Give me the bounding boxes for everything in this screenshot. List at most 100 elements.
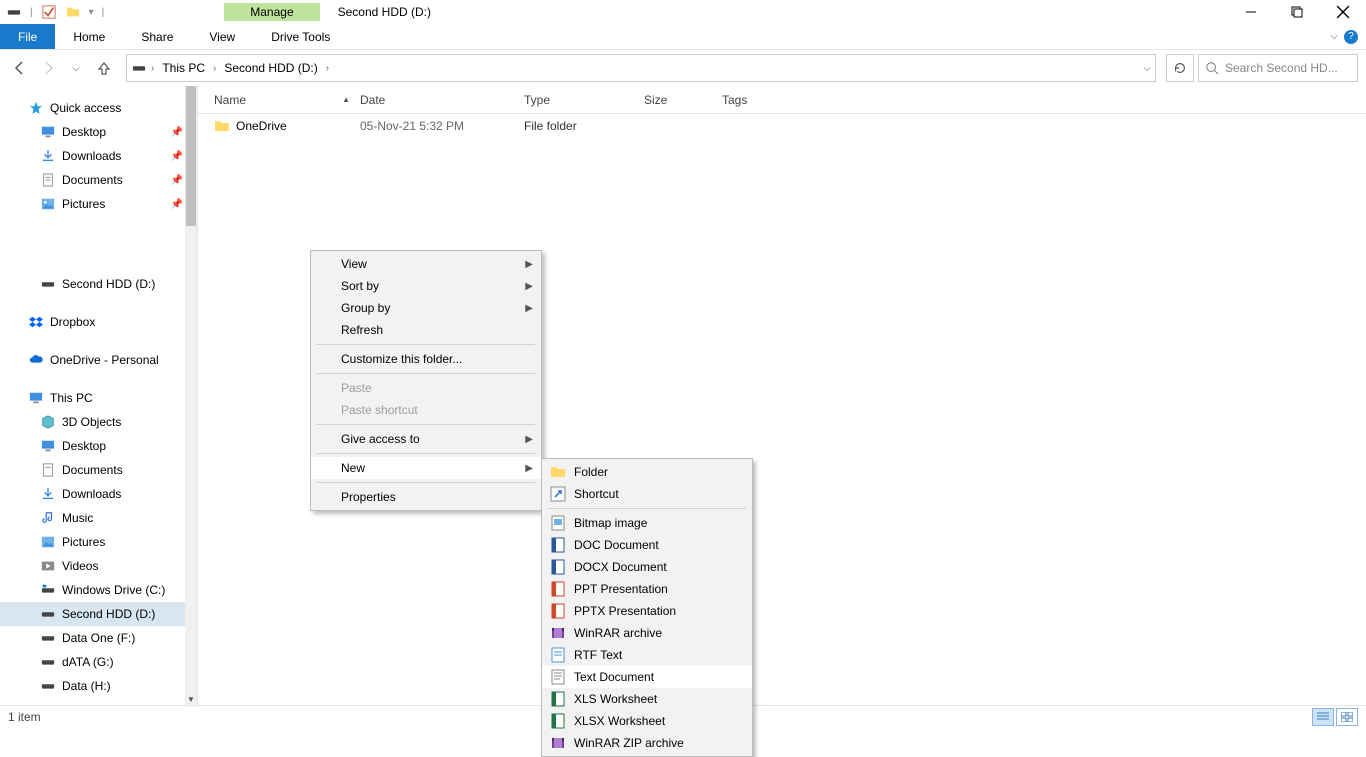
recent-dropdown[interactable]: ⌵ <box>64 56 88 80</box>
sub-doc[interactable]: DOC Document <box>542 534 752 556</box>
back-button[interactable] <box>8 56 32 80</box>
breadcrumb-sep-2[interactable]: › <box>213 63 216 74</box>
sub-bitmap[interactable]: Bitmap image <box>542 512 752 534</box>
breadcrumb-this-pc[interactable]: This PC <box>158 59 209 77</box>
sidebar-desktop-2[interactable]: Desktop <box>0 434 197 458</box>
column-date[interactable]: Date <box>360 93 524 107</box>
sidebar-quick-access[interactable]: Quick access <box>0 96 197 120</box>
sidebar-label: Second HDD (D:) <box>62 607 155 621</box>
address-bar[interactable]: › This PC › Second HDD (D:) › ⌵ <box>126 54 1156 82</box>
sidebar-label: Dropbox <box>50 315 95 329</box>
sidebar-music[interactable]: Music <box>0 506 197 530</box>
sidebar-desktop[interactable]: Desktop 📌 <box>0 120 197 144</box>
icons-view-button[interactable] <box>1336 708 1358 726</box>
sidebar-data-one[interactable]: Data One (F:) <box>0 626 197 650</box>
ctx-view[interactable]: View▶ <box>311 253 541 275</box>
sidebar-documents-2[interactable]: Documents <box>0 458 197 482</box>
column-type[interactable]: Type <box>524 93 644 107</box>
forward-button[interactable] <box>36 56 60 80</box>
sub-pptx[interactable]: PPTX Presentation <box>542 600 752 622</box>
music-icon <box>40 510 56 526</box>
titlebar: | ▾ | Manage Second HDD (D:) <box>0 0 1366 24</box>
navigation-bar: ⌵ › This PC › Second HDD (D:) › ⌵ Search… <box>0 50 1366 86</box>
help-icon[interactable]: ? <box>1344 30 1358 44</box>
sidebar-scrollbar[interactable]: ▲ ▼ <box>185 86 197 705</box>
sub-folder[interactable]: Folder <box>542 461 752 483</box>
sidebar-dropbox[interactable]: Dropbox <box>0 310 197 334</box>
search-input[interactable]: Search Second HD... <box>1198 54 1358 82</box>
ribbon-chevron-icon[interactable]: ⌵ <box>1330 31 1338 42</box>
sidebar-videos[interactable]: Videos <box>0 554 197 578</box>
close-button[interactable] <box>1320 0 1366 24</box>
breadcrumb-sep[interactable]: › <box>151 63 154 74</box>
ctx-label: Customize this folder... <box>341 352 462 366</box>
winrar-icon <box>550 625 566 641</box>
sidebar-pictures[interactable]: Pictures 📌 <box>0 192 197 216</box>
pictures-icon <box>40 196 56 212</box>
sidebar-3d-objects[interactable]: 3D Objects <box>0 410 197 434</box>
sidebar-second-hdd-2[interactable]: Second HDD (D:) <box>0 602 197 626</box>
sub-winrar[interactable]: WinRAR archive <box>542 622 752 644</box>
sidebar-label: Downloads <box>62 149 121 163</box>
sidebar-pictures-2[interactable]: Pictures <box>0 530 197 554</box>
sub-separator <box>548 508 746 509</box>
column-size[interactable]: Size <box>644 93 722 107</box>
main-area: Quick access Desktop 📌 Downloads 📌 Docum… <box>0 86 1366 705</box>
refresh-button[interactable] <box>1166 54 1194 82</box>
home-tab[interactable]: Home <box>55 24 123 49</box>
sidebar-windows-drive[interactable]: Windows Drive (C:) <box>0 578 197 602</box>
sidebar-downloads[interactable]: Downloads 📌 <box>0 144 197 168</box>
minimize-button[interactable] <box>1228 0 1274 24</box>
sub-xls[interactable]: XLS Worksheet <box>542 688 752 710</box>
documents-icon <box>40 462 56 478</box>
column-name[interactable]: Name▲ <box>214 93 360 107</box>
sub-text-document[interactable]: Text Document <box>542 666 752 688</box>
file-tab[interactable]: File <box>0 24 55 49</box>
ctx-customize[interactable]: Customize this folder... <box>311 348 541 370</box>
sub-label: DOCX Document <box>574 560 667 574</box>
sidebar-downloads-2[interactable]: Downloads <box>0 482 197 506</box>
qat-dropdown[interactable]: ▾ <box>89 7 94 18</box>
sub-ppt[interactable]: PPT Presentation <box>542 578 752 600</box>
ctx-new[interactable]: New▶ <box>311 457 541 479</box>
scroll-down-icon[interactable]: ▼ <box>185 693 197 705</box>
sidebar-onedrive[interactable]: OneDrive - Personal <box>0 348 197 372</box>
file-row[interactable]: OneDrive 05-Nov-21 5:32 PM File folder <box>198 114 1366 138</box>
sub-docx[interactable]: DOCX Document <box>542 556 752 578</box>
sidebar-second-hdd[interactable]: Second HDD (D:) <box>0 272 197 296</box>
address-dropdown-icon[interactable]: ⌵ <box>1143 63 1151 74</box>
desktop-icon <box>40 438 56 454</box>
new-submenu: Folder Shortcut Bitmap image DOC Documen… <box>541 458 753 757</box>
maximize-button[interactable] <box>1274 0 1320 24</box>
ctx-refresh[interactable]: Refresh <box>311 319 541 341</box>
ctx-give-access[interactable]: Give access to▶ <box>311 428 541 450</box>
sub-shortcut[interactable]: Shortcut <box>542 483 752 505</box>
breadcrumb-sep-3[interactable]: › <box>326 63 329 74</box>
view-tab[interactable]: View <box>191 24 253 49</box>
cube-icon <box>40 414 56 430</box>
sidebar-data-g[interactable]: dATA (G:) <box>0 650 197 674</box>
scroll-thumb[interactable] <box>186 86 196 226</box>
sidebar-data-h[interactable]: Data (H:) <box>0 674 197 698</box>
details-view-button[interactable] <box>1312 708 1334 726</box>
drive-crumb-icon <box>131 60 147 76</box>
sub-rtf[interactable]: RTF Text <box>542 644 752 666</box>
ctx-sort-by[interactable]: Sort by▶ <box>311 275 541 297</box>
sidebar-label: Pictures <box>62 197 105 211</box>
ctx-group-by[interactable]: Group by▶ <box>311 297 541 319</box>
breadcrumb-second-hdd[interactable]: Second HDD (D:) <box>220 59 321 77</box>
drive-tools-tab[interactable]: Drive Tools <box>253 24 348 49</box>
submenu-arrow-icon: ▶ <box>525 463 533 474</box>
sub-label: RTF Text <box>574 648 622 662</box>
sub-winrar-zip[interactable]: WinRAR ZIP archive <box>542 732 752 754</box>
manage-tab[interactable]: Manage <box>224 3 319 21</box>
folder-qat-icon[interactable] <box>65 4 81 20</box>
share-tab[interactable]: Share <box>123 24 191 49</box>
up-button[interactable] <box>92 56 116 80</box>
ctx-properties[interactable]: Properties <box>311 486 541 508</box>
checkbox-icon[interactable] <box>41 4 57 20</box>
sidebar-documents[interactable]: Documents 📌 <box>0 168 197 192</box>
sidebar-this-pc[interactable]: This PC <box>0 386 197 410</box>
sub-xlsx[interactable]: XLSX Worksheet <box>542 710 752 732</box>
column-tags[interactable]: Tags <box>722 93 802 107</box>
